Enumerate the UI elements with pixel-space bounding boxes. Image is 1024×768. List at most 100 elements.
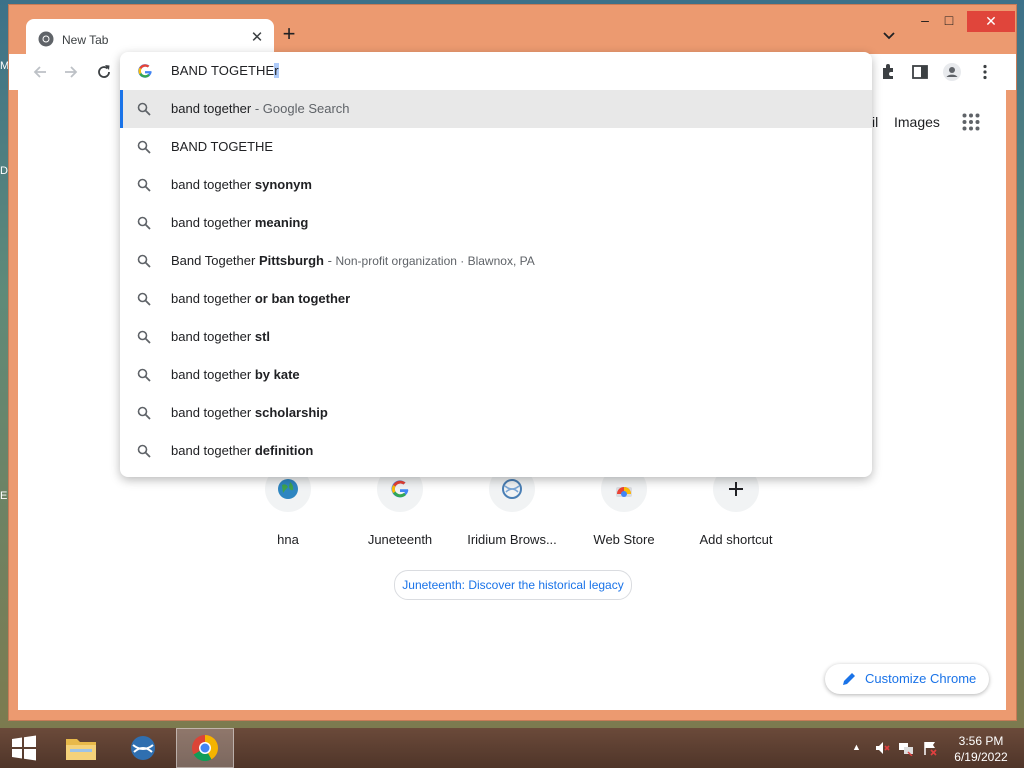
taskbar-clock[interactable]: 3:56 PM 6/19/2022 (946, 733, 1016, 765)
shortcut-web-store[interactable]: Web Store (568, 466, 680, 547)
clock-time: 3:56 PM (958, 734, 1004, 748)
iridium-icon (502, 479, 522, 499)
search-icon (137, 102, 151, 116)
search-icon (137, 406, 151, 420)
suggestion-item[interactable]: band together meaning (120, 204, 872, 242)
suggestion-bold: scholarship (254, 405, 328, 420)
suggestion-item[interactable]: band together stl (120, 318, 872, 356)
shortcut-hna[interactable]: hna (232, 466, 344, 547)
taskbar-explorer[interactable] (52, 728, 110, 768)
customize-label: Customize Chrome (865, 671, 977, 686)
suggestion-plain: band together (171, 101, 252, 116)
suggestion-item[interactable]: band together scholarship (120, 394, 872, 432)
suggestion-plain: BAND TOGETHE (171, 139, 274, 154)
suggestion-bold: meaning (254, 215, 309, 230)
close-button[interactable]: ✕ (967, 11, 1015, 32)
search-icon (137, 330, 151, 344)
gmail-link[interactable]: il (872, 114, 878, 130)
suggestion-plain: band together (171, 215, 255, 230)
shortcut-label: Web Store (593, 532, 655, 547)
suggestion-suffix: - Google Search (251, 101, 350, 116)
search-icon (137, 444, 151, 458)
suggestion-text: band together scholarship (171, 405, 328, 420)
taskbar-chrome[interactable] (176, 728, 234, 768)
extensions-icon[interactable] (878, 62, 898, 82)
suggestion-plain: band together (171, 367, 255, 382)
windows-icon (12, 735, 36, 761)
forward-icon[interactable] (61, 62, 81, 82)
suggestion-item[interactable]: BAND TOGETHE (120, 128, 872, 166)
suggestion-plain: band together (171, 291, 255, 306)
volume-muted-icon[interactable] (874, 740, 890, 756)
suggestion-suffix: - (323, 253, 336, 268)
taskbar-iridium[interactable] (114, 728, 172, 768)
search-icon (137, 254, 151, 268)
iridium-icon (131, 736, 155, 760)
network-icon[interactable] (898, 740, 914, 756)
suggestion-bold: stl (254, 329, 271, 344)
suggestion-item[interactable]: band together by kate (120, 356, 872, 394)
menu-kebab-icon[interactable] (975, 62, 995, 82)
start-button[interactable] (0, 728, 58, 768)
taskbar: ▲ (0, 728, 1024, 768)
search-icon (137, 292, 151, 306)
suggestion-text: band together definition (171, 443, 313, 458)
suggestion-item[interactable]: band together or ban together (120, 280, 872, 318)
suggestion-text: band together synonym (171, 177, 312, 192)
chrome-icon (38, 31, 54, 47)
suggestion-text: band together stl (171, 329, 270, 344)
chevron-down-icon[interactable] (881, 27, 897, 43)
shortcut-iridium[interactable]: Iridium Brows... (456, 466, 568, 547)
search-icon (137, 216, 151, 230)
suggestion-text: band together by kate (171, 367, 300, 382)
add-shortcut-button[interactable]: Add shortcut (680, 466, 792, 547)
suggestion-plain: band together (171, 443, 255, 458)
suggestion-item[interactable]: band together definition (120, 432, 872, 470)
apps-grid-icon[interactable] (962, 113, 980, 131)
search-icon (137, 140, 151, 154)
customize-chrome-button[interactable]: Customize Chrome (825, 664, 989, 694)
images-link[interactable]: Images (894, 114, 940, 130)
suggestion-item[interactable]: band together - Google Search (120, 90, 872, 128)
suggestion-bold: or ban together (254, 291, 351, 306)
suggestion-text: band together meaning (171, 215, 308, 230)
omnibox-dropdown: BAND TOGETHEr band together - Google Sea… (120, 52, 872, 477)
suggestion-plain: band together (171, 177, 255, 192)
clock-date: 6/19/2022 (954, 750, 1008, 764)
suggestion-text: Band Together Pittsburgh - Non-profit or… (171, 253, 535, 268)
back-icon[interactable] (30, 62, 50, 82)
globe-icon (278, 479, 298, 499)
google-icon (391, 480, 409, 498)
shortcut-label: Add shortcut (699, 532, 773, 547)
shortcut-label: hna (277, 532, 299, 547)
webstore-icon (616, 487, 632, 497)
suggestion-text: BAND TOGETHE (171, 139, 273, 154)
maximize-button[interactable]: □ (938, 12, 960, 28)
suggestion-detail: Non-profit organization · Blawnox, PA (335, 254, 535, 268)
reload-icon[interactable] (94, 62, 114, 82)
search-icon (137, 368, 151, 382)
suggestion-plain: Band Together (171, 253, 259, 268)
shortcut-label: Iridium Brows... (467, 532, 557, 547)
new-tab-button[interactable]: + (278, 23, 300, 46)
shortcut-juneteenth[interactable]: Juneteenth (344, 466, 456, 547)
suggestion-item[interactable]: band together synonym (120, 166, 872, 204)
tab-close-icon[interactable]: ✕ (248, 29, 266, 47)
address-input-text[interactable]: BAND TOGETHEr (171, 63, 279, 78)
side-panel-icon[interactable] (910, 62, 930, 82)
pencil-icon (843, 673, 855, 685)
action-center-flag-icon[interactable] (922, 740, 938, 756)
address-bar[interactable]: BAND TOGETHEr (120, 52, 872, 90)
suggestion-item[interactable]: Band Together Pittsburgh - Non-profit or… (120, 242, 872, 280)
suggestion-bold: synonym (254, 177, 312, 192)
folder-icon (66, 739, 96, 760)
suggestion-plain: band together (171, 329, 255, 344)
profile-avatar-icon[interactable] (942, 62, 962, 82)
suggestion-text: band together or ban together (171, 291, 350, 306)
tray-overflow-icon[interactable]: ▲ (852, 742, 868, 758)
suggestion-bold: Pittsburgh (258, 253, 324, 268)
search-icon (137, 178, 151, 192)
suggestion-plain: band together (171, 405, 255, 420)
minimize-button[interactable]: – (914, 12, 936, 28)
doodle-share-chip[interactable]: Juneteenth: Discover the historical lega… (394, 570, 632, 600)
